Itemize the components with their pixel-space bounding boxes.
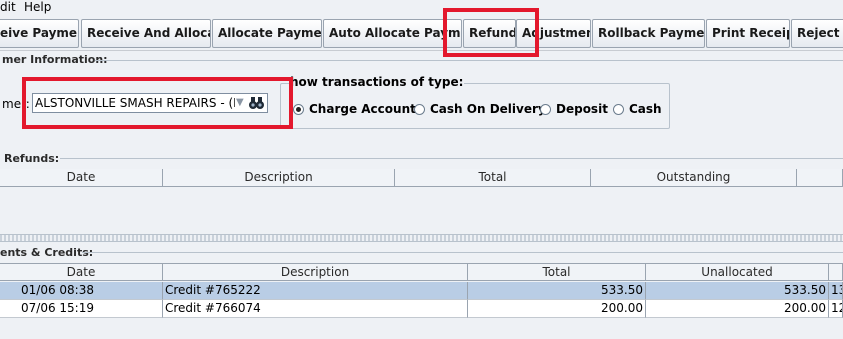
refunds-col-date[interactable]: Date [0, 169, 163, 187]
radio-cash[interactable] [613, 104, 624, 115]
divider [60, 158, 843, 159]
splitter-handle[interactable] [0, 234, 843, 242]
adjustment-button[interactable]: Adjustment [516, 19, 591, 48]
row-extra: 13 [829, 282, 843, 300]
menu-edit[interactable]: dit [0, 0, 16, 15]
refunds-col-extra[interactable] [797, 169, 843, 187]
row-extra: 12 [829, 300, 843, 318]
row-description: Credit #765222 [163, 282, 468, 300]
chevron-down-icon[interactable]: ▼ [236, 97, 244, 108]
payments-col-description[interactable]: Description [163, 263, 468, 281]
row-total: 200.00 [468, 300, 646, 318]
allocate-payment-button[interactable]: Allocate Payment [212, 19, 322, 48]
radio-cash-on-delivery[interactable] [414, 104, 425, 115]
auto-allocate-payment-button[interactable]: Auto Allocate Payment [323, 19, 462, 48]
customer-combobox[interactable]: ALSTONVILLE SMASH REPAIRS - (F ▼ [32, 93, 268, 113]
refunds-title: Refunds: [4, 152, 60, 165]
radio-cash-on-delivery-label[interactable]: Cash On Delivery [430, 102, 546, 116]
divider [95, 60, 843, 61]
divider [82, 252, 843, 253]
radio-charge-account[interactable] [293, 104, 304, 115]
refunds-col-description[interactable]: Description [163, 169, 395, 187]
payments-col-total[interactable]: Total [468, 263, 646, 281]
payments-col-extra[interactable] [829, 263, 843, 281]
customer-label: mer: [2, 97, 30, 111]
radio-deposit-label[interactable]: Deposit [556, 102, 608, 116]
receive-payment-button[interactable]: eive Payment [0, 19, 79, 48]
payments-col-unallocated[interactable]: Unallocated [646, 263, 829, 281]
radio-charge-account-label[interactable]: Charge Account [309, 102, 416, 116]
menu-bar: dit Help [0, 0, 843, 15]
row-unallocated: 200.00 [646, 300, 829, 318]
binoculars-icon[interactable] [248, 94, 265, 111]
payments-col-date[interactable]: Date [0, 263, 163, 281]
rollback-payment-button[interactable]: Rollback Payment [592, 19, 705, 48]
row-total: 533.50 [468, 282, 646, 300]
refunds-col-total[interactable]: Total [395, 169, 591, 187]
row-description: Credit #766074 [163, 300, 468, 318]
customer-combobox-value: ALSTONVILLE SMASH REPAIRS - (F [35, 96, 235, 110]
row-date: 07/06 15:19 [0, 300, 163, 318]
reject-button[interactable]: Reject C [791, 19, 843, 48]
row-date: 01/06 08:38 [0, 282, 163, 300]
receive-and-allocate-button[interactable]: Receive And Allocate [81, 19, 211, 48]
menu-help[interactable]: Help [24, 0, 51, 15]
print-receipt-button[interactable]: Print Receipt [706, 19, 790, 48]
transaction-type-group-title: how transactions of type: [289, 75, 465, 89]
radio-deposit[interactable] [540, 104, 551, 115]
customer-information-title: mer Information: [2, 53, 108, 66]
radio-cash-label[interactable]: Cash [629, 102, 662, 116]
payments-credits-title: ents & Credits: [0, 246, 94, 259]
row-unallocated: 533.50 [646, 282, 829, 300]
refunds-col-outstanding[interactable]: Outstanding [591, 169, 797, 187]
refund-button[interactable]: Refund [463, 19, 516, 48]
